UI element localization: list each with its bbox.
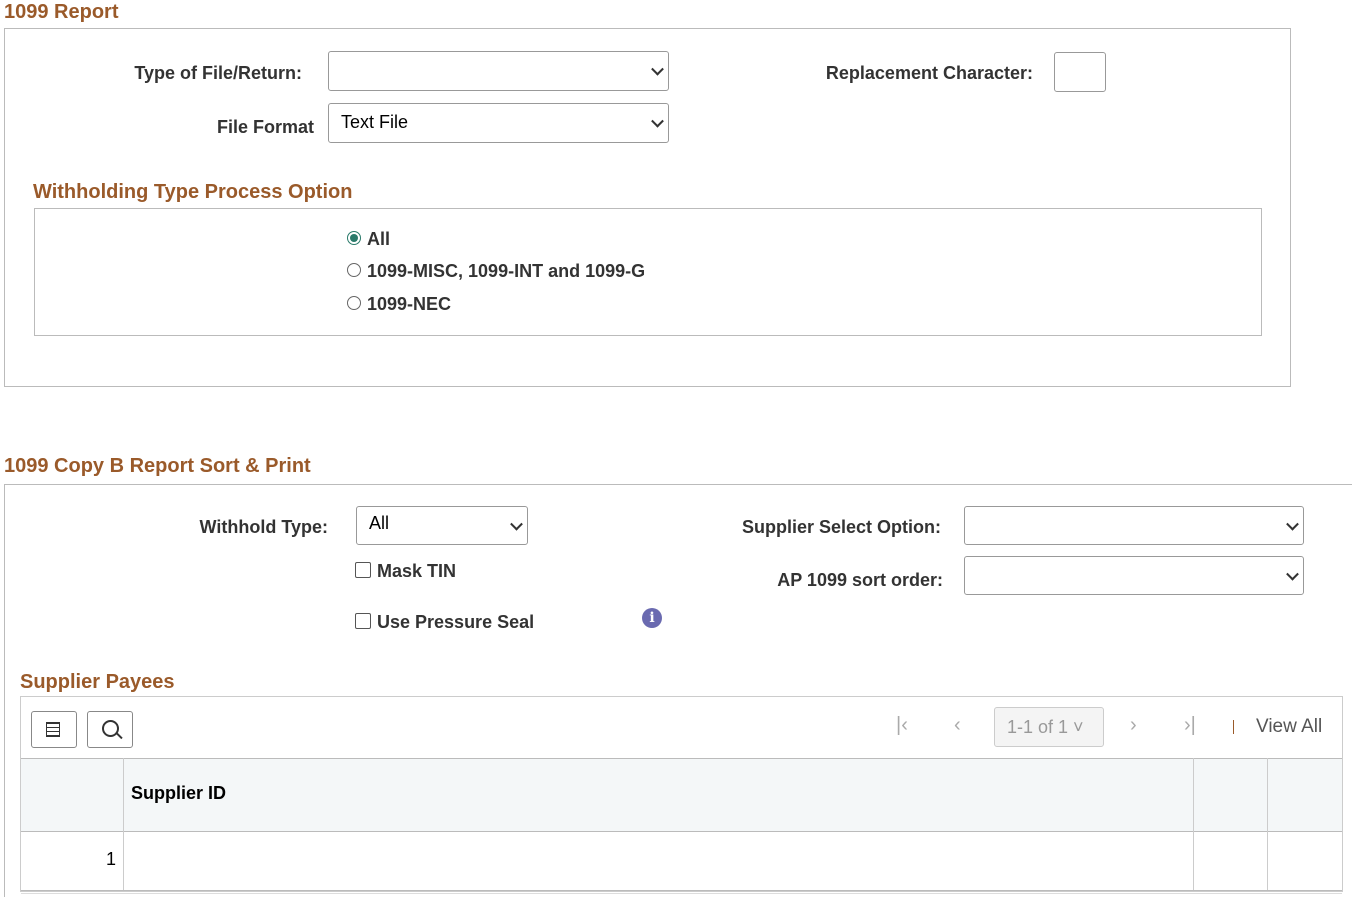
section-title-copy-b: 1099 Copy B Report Sort & Print xyxy=(4,455,311,477)
checkbox-icon xyxy=(355,613,371,630)
supplier-payees-title: Supplier Payees xyxy=(20,671,175,693)
next-page-icon[interactable]: › xyxy=(1130,714,1137,737)
chevron-down-icon xyxy=(1286,567,1299,581)
chevron-down-icon xyxy=(1286,517,1299,531)
chevron-down-icon xyxy=(651,114,664,128)
withhold-type-label: Withhold Type: xyxy=(199,517,328,537)
withholding-panel xyxy=(34,208,1262,336)
column-header-supplier-id[interactable]: Supplier ID xyxy=(131,783,226,804)
supplier-select-label: Supplier Select Option: xyxy=(741,517,941,537)
section-title-1099-report: 1099 Report xyxy=(4,1,119,23)
page-range-select[interactable]: 1-1 of 1 ˅ xyxy=(994,707,1104,747)
sort-order-select[interactable] xyxy=(964,556,1304,595)
pressure-seal-checkbox[interactable]: Use Pressure Seal xyxy=(355,612,534,633)
view-all-link[interactable]: View All xyxy=(1256,716,1322,738)
radio-selected-icon xyxy=(347,231,361,246)
file-format-select[interactable]: Text File xyxy=(328,103,669,143)
chevron-down-icon xyxy=(510,517,523,531)
previous-page-icon[interactable]: ‹ xyxy=(954,714,961,737)
file-format-label: File Format xyxy=(216,117,314,137)
sort-order-label: AP 1099 sort order: xyxy=(777,570,943,590)
replacement-character-label: Replacement Character: xyxy=(825,63,1033,83)
withhold-type-select[interactable]: All xyxy=(356,506,528,545)
supplier-select-option-select[interactable] xyxy=(964,506,1304,545)
last-page-icon[interactable]: ›| xyxy=(1184,714,1196,737)
checkbox-icon xyxy=(355,562,371,579)
radio-all[interactable]: All xyxy=(347,229,390,250)
radio-nec[interactable]: 1099-NEC xyxy=(347,294,451,315)
replacement-character-input[interactable] xyxy=(1054,52,1106,92)
grid-settings-icon xyxy=(46,722,60,737)
radio-misc-int-g[interactable]: 1099-MISC, 1099-INT and 1099-G xyxy=(347,261,645,282)
mask-tin-checkbox[interactable]: Mask TIN xyxy=(355,561,456,582)
type-of-file-label: Type of File/Return: xyxy=(134,63,302,83)
radio-icon xyxy=(347,296,361,311)
row-number: 1 xyxy=(105,849,116,869)
first-page-icon[interactable]: |‹ xyxy=(896,714,908,737)
info-icon[interactable]: i xyxy=(642,608,662,628)
find-button[interactable] xyxy=(87,711,133,748)
withholding-title: Withholding Type Process Option xyxy=(33,181,353,203)
type-of-file-select[interactable] xyxy=(328,51,669,91)
divider xyxy=(1233,720,1234,734)
radio-icon xyxy=(347,263,361,278)
personalize-grid-button[interactable] xyxy=(31,711,77,748)
chevron-down-icon xyxy=(651,62,664,76)
